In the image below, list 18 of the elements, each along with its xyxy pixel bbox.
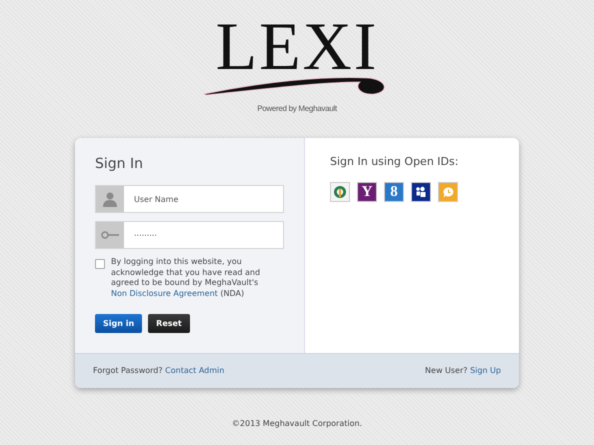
agreement-checkbox[interactable] [95, 259, 105, 269]
agreement-text: By logging into this website, you acknowledge that you have read and agreed to be bound by MeghaVault's Non Disclosure Agreement (NDA) [111, 257, 262, 299]
reset-button[interactable]: Reset [148, 314, 190, 333]
logo: LEXI [197, 2, 397, 97]
people-icon[interactable] [411, 182, 431, 202]
yahoo-icon[interactable]: Y [357, 182, 377, 202]
tagline: Powered by Meghavault [257, 104, 337, 113]
forgot-label: Forgot Password? [93, 366, 163, 375]
sign-up-link[interactable]: Sign Up [470, 366, 501, 375]
sign-in-heading: Sign In [95, 156, 144, 172]
nda-link[interactable]: Non Disclosure Agreement [111, 288, 218, 298]
sign-in-button[interactable]: Sign in [95, 314, 142, 333]
open-id-heading: Sign In using Open IDs: [330, 155, 460, 168]
contact-admin-link[interactable]: Contact Admin [165, 366, 224, 375]
new-user-label: New User? [425, 366, 468, 375]
google-icon[interactable]: 8 [384, 182, 404, 202]
openid-icon[interactable] [330, 182, 350, 202]
copyright: ©2013 Meghavault Corporation. [230, 419, 364, 428]
